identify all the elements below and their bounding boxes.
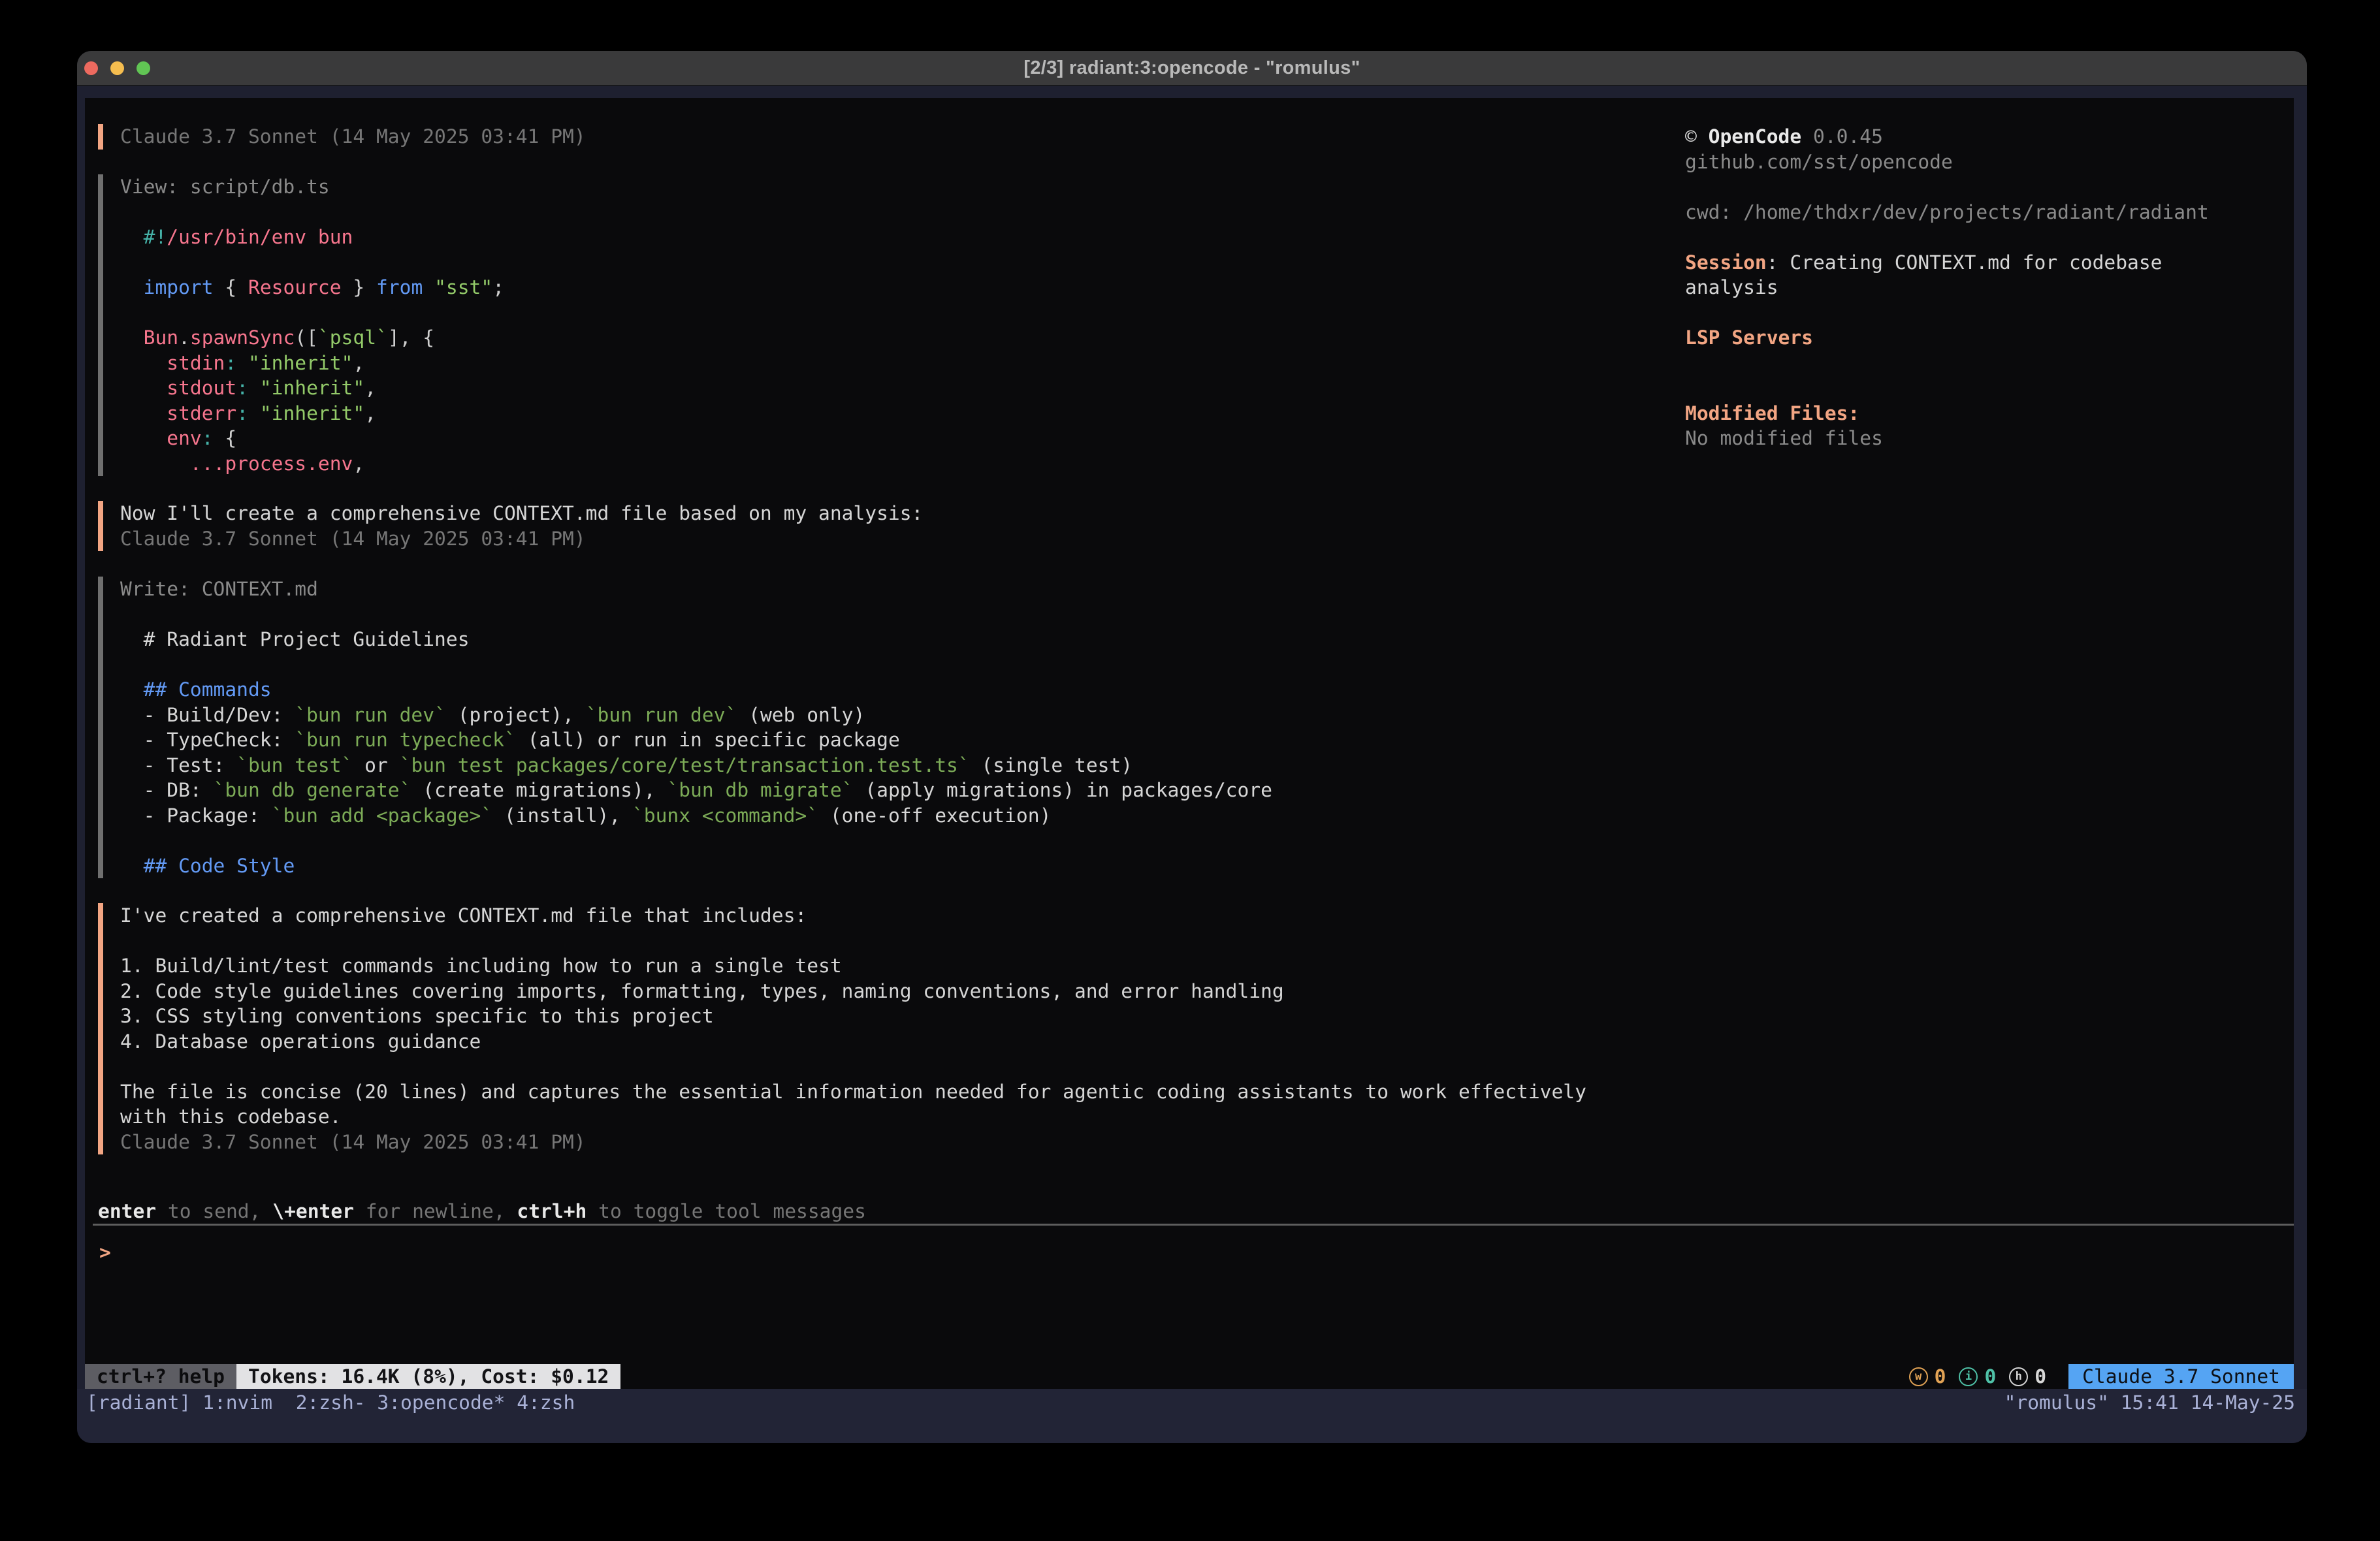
- session-sidebar: © OpenCode 0.0.45github.com/sst/opencode…: [1685, 124, 2296, 451]
- text-line: No modified files: [1685, 426, 2296, 451]
- hints-icon: h: [2009, 1367, 2028, 1386]
- text-line: 4. Database operations guidance: [120, 1029, 1586, 1055]
- window-controls: [84, 51, 150, 85]
- text-line: - Build/Dev: `bun run dev` (project), `b…: [120, 703, 1272, 728]
- tmux-session-windows[interactable]: [radiant] 1:nvim 2:zsh- 3:opencode* 4:zs…: [86, 1389, 575, 1416]
- text-line: LSP Servers: [1685, 325, 2296, 351]
- lsp-diagnostics: w0i0h0: [1909, 1364, 2046, 1390]
- text-line: The file is concise (20 lines) and captu…: [120, 1079, 1586, 1105]
- minimize-button[interactable]: [110, 61, 124, 75]
- tool-write-block: Write: CONTEXT.md # Radiant Project Guid…: [98, 577, 1272, 878]
- text-line: Claude 3.7 Sonnet (14 May 2025 03:41 PM): [120, 124, 586, 150]
- text-line: ## Code Style: [120, 853, 1272, 879]
- text-line: Now I'll create a comprehensive CONTEXT.…: [120, 501, 923, 526]
- text-line: env: {: [120, 426, 504, 451]
- prompt-input[interactable]: >: [99, 1240, 2255, 1265]
- text-line: analysis: [1685, 275, 2296, 300]
- text-line: [120, 250, 504, 276]
- tmux-host-clock: "romulus" 15:41 14-May-25: [2004, 1389, 2295, 1416]
- diagnostic-hints: h0: [2009, 1364, 2046, 1390]
- info-count: 0: [1984, 1364, 1996, 1390]
- text-line: - DB: `bun db generate` (create migratio…: [120, 778, 1272, 803]
- diagnostic-warnings: w0: [1909, 1364, 1946, 1390]
- text-line: [1685, 375, 2296, 401]
- text-line: # Radiant Project Guidelines: [120, 627, 1272, 652]
- text-line: Claude 3.7 Sonnet (14 May 2025 03:41 PM): [120, 526, 923, 552]
- text-line: stdin: "inherit",: [120, 351, 504, 376]
- warnings-count: 0: [1935, 1364, 1946, 1390]
- text-line: github.com/sst/opencode: [1685, 150, 2296, 175]
- text-line: [1685, 300, 2296, 326]
- text-line: [120, 929, 1586, 954]
- text-line: 2. Code style guidelines covering import…: [120, 979, 1586, 1004]
- hints-count: 0: [2034, 1364, 2046, 1390]
- text-line: [1685, 174, 2296, 200]
- text-line: ...process.env,: [120, 451, 504, 477]
- text-line: [120, 1054, 1586, 1079]
- text-line: © OpenCode 0.0.45: [1685, 124, 2296, 150]
- text-line: Write: CONTEXT.md: [120, 577, 1272, 602]
- terminal-body: Claude 3.7 Sonnet (14 May 2025 03:41 PM)…: [77, 85, 2307, 1443]
- text-line: with this codebase.: [120, 1104, 1586, 1130]
- text-line: stdout: "inherit",: [120, 375, 504, 401]
- warnings-icon: w: [1909, 1367, 1928, 1386]
- text-line: [120, 828, 1272, 853]
- text-line: - TypeCheck: `bun run typecheck` (all) o…: [120, 727, 1272, 753]
- text-line: [1685, 225, 2296, 250]
- text-line: View: script/db.ts: [120, 174, 504, 200]
- text-line: 1. Build/lint/test commands including ho…: [120, 953, 1586, 979]
- text-line: ## Commands: [120, 677, 1272, 703]
- keybind-hint-bar: enter to send, \+enter for newline, ctrl…: [98, 1199, 866, 1224]
- tokens-cost-chip: Tokens: 16.4K (8%), Cost: $0.12: [236, 1364, 620, 1389]
- text-line: [1685, 351, 2296, 376]
- text-line: #!/usr/bin/env bun: [120, 225, 504, 250]
- text-line: [120, 300, 504, 326]
- model-chip: Claude 3.7 Sonnet: [2068, 1364, 2294, 1390]
- text-line: 3. CSS styling conventions specific to t…: [120, 1004, 1586, 1029]
- text-line: import { Resource } from "sst";: [120, 275, 504, 300]
- terminal-window: [2/3] radiant:3:opencode - "romulus" Cla…: [77, 51, 2307, 1443]
- text-line: - Package: `bun add <package>` (install)…: [120, 803, 1272, 829]
- assistant-header-block: Claude 3.7 Sonnet (14 May 2025 03:41 PM): [98, 124, 586, 150]
- assistant-summary-block: I've created a comprehensive CONTEXT.md …: [98, 903, 1586, 1154]
- text-line: Modified Files:: [1685, 401, 2296, 426]
- close-button[interactable]: [84, 61, 98, 75]
- window-title: [2/3] radiant:3:opencode - "romulus": [1023, 57, 1360, 79]
- text-line: cwd: /home/thdxr/dev/projects/radiant/ra…: [1685, 200, 2296, 225]
- assistant-message-block: Now I'll create a comprehensive CONTEXT.…: [98, 501, 923, 551]
- input-divider: [93, 1224, 2294, 1226]
- status-bar-left: ctrl+? help Tokens: 16.4K (8%), Cost: $0…: [85, 1364, 620, 1389]
- tmux-status-bar: [radiant] 1:nvim 2:zsh- 3:opencode* 4:zs…: [77, 1389, 2307, 1443]
- desktop: [2/3] radiant:3:opencode - "romulus" Cla…: [0, 0, 2380, 1541]
- info-icon: i: [1959, 1367, 1978, 1386]
- diagnostic-info: i0: [1959, 1364, 1996, 1390]
- text-line: stderr: "inherit",: [120, 401, 504, 426]
- text-line: enter to send, \+enter for newline, ctrl…: [98, 1199, 866, 1224]
- opencode-tui: Claude 3.7 Sonnet (14 May 2025 03:41 PM)…: [85, 98, 2294, 1389]
- text-line: Session: Creating CONTEXT.md for codebas…: [1685, 250, 2296, 276]
- help-chip: ctrl+? help: [85, 1364, 236, 1389]
- prompt-caret: >: [99, 1241, 111, 1263]
- window-titlebar[interactable]: [2/3] radiant:3:opencode - "romulus": [77, 51, 2307, 86]
- text-line: I've created a comprehensive CONTEXT.md …: [120, 903, 1586, 929]
- text-line: [120, 602, 1272, 628]
- tool-view-block: View: script/db.ts #!/usr/bin/env bun im…: [98, 174, 504, 476]
- text-line: Bun.spawnSync([`psql`], {: [120, 325, 504, 351]
- status-bar: ctrl+? help Tokens: 16.4K (8%), Cost: $0…: [85, 1364, 2294, 1389]
- text-line: [120, 200, 504, 225]
- status-bar-right: w0i0h0 Claude 3.7 Sonnet: [1909, 1364, 2294, 1389]
- text-line: Claude 3.7 Sonnet (14 May 2025 03:41 PM): [120, 1130, 1586, 1155]
- text-line: - Test: `bun test` or `bun test packages…: [120, 753, 1272, 778]
- text-line: [120, 652, 1272, 678]
- zoom-button[interactable]: [137, 61, 150, 75]
